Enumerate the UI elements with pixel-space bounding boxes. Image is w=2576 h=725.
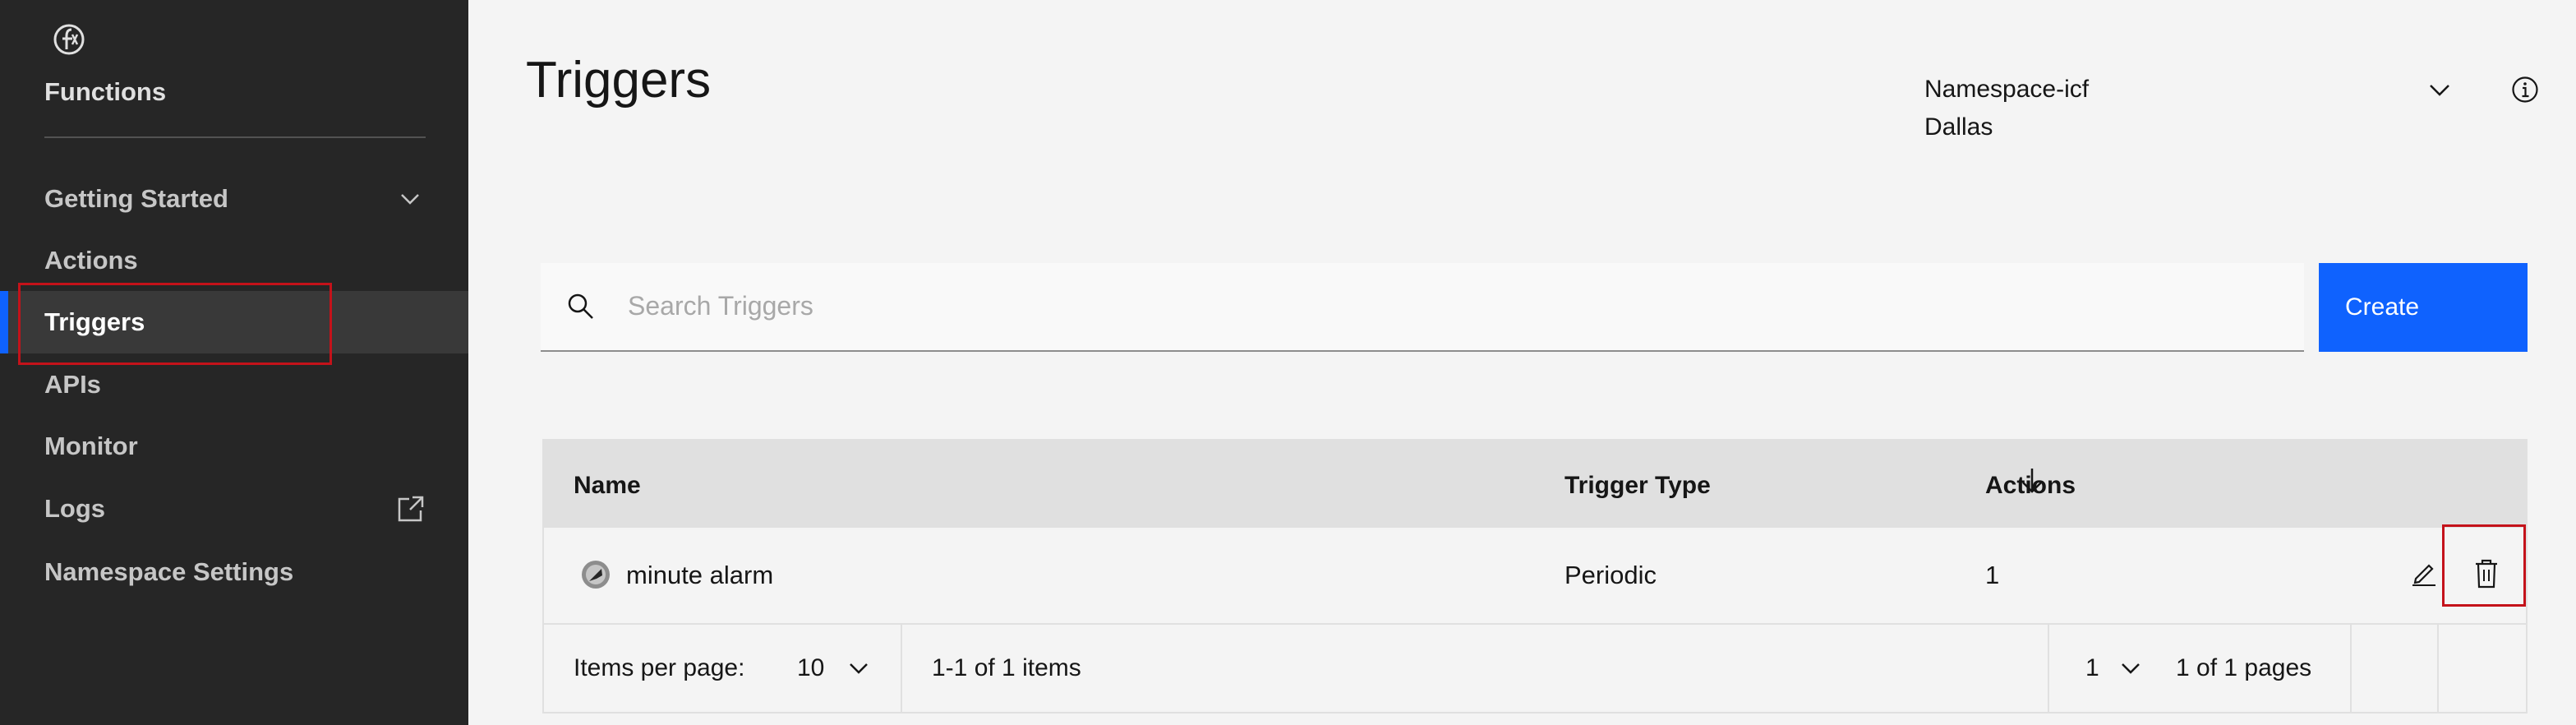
chevron-down-icon[interactable] — [2120, 659, 2141, 677]
sidebar-item-label: Actions — [44, 246, 138, 275]
periodic-trigger-icon — [582, 561, 610, 589]
items-per-page-label: Items per page: — [574, 654, 745, 681]
app-title: Functions — [44, 77, 167, 106]
sidebar-item-label: APIs — [44, 370, 101, 399]
page-count: 1 of 1 pages — [2176, 654, 2312, 681]
chevron-down-icon[interactable] — [2427, 79, 2452, 100]
page-title: Triggers — [526, 52, 712, 109]
items-per-page-select[interactable]: 10 — [797, 654, 824, 682]
sidebar-divider — [44, 136, 426, 138]
column-header-actions[interactable]: Actions — [1985, 472, 2076, 500]
search-input[interactable] — [628, 263, 2288, 349]
external-link-icon — [398, 496, 424, 522]
delete-highlight-box — [2442, 524, 2526, 607]
sidebar-item-label: Monitor — [44, 432, 138, 460]
triggers-table: Name Trigger Type Actions minute alarm P… — [542, 439, 2528, 713]
table-row[interactable]: minute alarm Periodic 1 — [544, 528, 2526, 625]
sidebar-item-getting-started[interactable]: Getting Started — [0, 168, 468, 230]
sidebar-item-monitor[interactable]: Monitor — [0, 415, 468, 478]
chevron-down-icon[interactable] — [848, 659, 869, 677]
table-header: Name Trigger Type Actions — [544, 441, 2526, 528]
sidebar-item-logs[interactable]: Logs — [0, 478, 468, 540]
sidebar-item-namespace-settings[interactable]: Namespace Settings — [0, 541, 468, 603]
previous-page-button[interactable] — [2352, 625, 2437, 712]
triggers-highlight-box — [18, 283, 332, 365]
trigger-name[interactable]: minute alarm — [626, 561, 773, 590]
column-header-name[interactable]: Name — [574, 472, 641, 500]
pagination-divider — [2048, 625, 2049, 712]
trigger-actions-count: 1 — [1985, 561, 2000, 589]
sidebar-item-label: Getting Started — [44, 184, 228, 213]
search-bar — [541, 263, 2304, 352]
functions-logo-icon — [53, 24, 85, 55]
info-icon[interactable] — [2511, 76, 2539, 104]
page-select[interactable]: 1 — [2085, 654, 2099, 682]
create-button[interactable]: Create — [2319, 263, 2528, 352]
pagination-bar: Items per page: 10 1-1 of 1 items 1 1 of… — [544, 625, 2526, 712]
sidebar-item-label: Namespace Settings — [44, 557, 294, 586]
column-header-trigger-type[interactable]: Trigger Type — [1564, 472, 1711, 500]
search-icon — [568, 293, 593, 319]
pagination-divider — [901, 625, 902, 712]
items-range: 1-1 of 1 items — [932, 654, 1081, 681]
edit-pencil-icon[interactable] — [2409, 557, 2439, 587]
trigger-type: Periodic — [1564, 561, 1657, 589]
sidebar-item-label: Logs — [44, 494, 106, 523]
chevron-down-icon — [401, 194, 419, 205]
next-page-button[interactable] — [2439, 625, 2526, 712]
namespace-region: Dallas — [1924, 113, 1993, 141]
namespace-selector[interactable]: Namespace-icf — [1924, 76, 2089, 104]
